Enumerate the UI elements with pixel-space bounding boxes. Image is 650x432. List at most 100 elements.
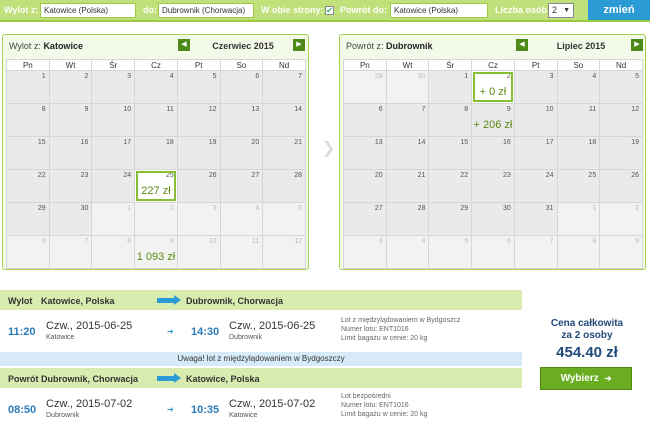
- calendar-day[interactable]: 1: [428, 70, 473, 104]
- calendar-day[interactable]: 10: [91, 103, 136, 137]
- calendar-day[interactable]: 7: [262, 70, 306, 104]
- roundtrip-checkbox[interactable]: ✔: [325, 6, 334, 15]
- calendar-day[interactable]: 26: [599, 169, 643, 203]
- calendar-day[interactable]: 29: [428, 202, 473, 236]
- calendar-day[interactable]: 18: [134, 136, 178, 170]
- calendar-day[interactable]: 19: [599, 136, 643, 170]
- return-flight-row: 08:50 Czw., 2015-07-02 Dubrownik ➔ 10:35…: [0, 390, 522, 430]
- weekday-label: Pt: [513, 59, 558, 71]
- calendar-day[interactable]: 5: [599, 70, 643, 104]
- calendar-day[interactable]: 22: [6, 169, 50, 203]
- calendar-day[interactable]: 24: [91, 169, 136, 203]
- calendar-day[interactable]: 10: [513, 103, 558, 137]
- arrow-right-icon: ➔: [167, 405, 174, 414]
- return-calendar-header: Powrót z: Dubrownik ◀ Lipiec 2015 ▶: [340, 35, 645, 57]
- calendar-day[interactable]: 28: [385, 202, 430, 236]
- calendar-day: 8: [556, 235, 601, 269]
- calendar-day[interactable]: 25: [556, 169, 601, 203]
- weekday-label: So: [556, 59, 601, 71]
- day-number: 6: [41, 238, 46, 245]
- from-input[interactable]: Katowice (Polska): [40, 3, 136, 18]
- calendar-day[interactable]: 24: [513, 169, 558, 203]
- calendar-day[interactable]: 14: [262, 103, 306, 137]
- calendar-day[interactable]: 13: [343, 136, 387, 170]
- calendar-day[interactable]: 16: [48, 136, 93, 170]
- day-number: 8: [127, 238, 132, 245]
- calendar-day[interactable]: 12: [599, 103, 643, 137]
- return-calendar-grid: Pn Wt Śr Cz Pt So Nd 29 30 1 2 + 0 zł 3 4 5 6 7 8 9 + 206 z…: [343, 59, 643, 269]
- calendar-week-row: 6 7 8 9 + 206 zł 10 11 12: [343, 103, 643, 137]
- day-number: 4: [592, 73, 597, 80]
- weekday-label: Nd: [599, 59, 643, 71]
- persons-select[interactable]: 2 ▼: [548, 3, 574, 18]
- change-search-button[interactable]: zmień: [588, 0, 650, 20]
- day-number: 3: [127, 73, 132, 80]
- prev-month-arrow-icon[interactable]: ◀: [178, 39, 190, 51]
- calendar-day[interactable]: 22: [428, 169, 473, 203]
- day-number: 18: [166, 139, 174, 146]
- calendar-day[interactable]: 30: [48, 202, 93, 236]
- calendar-day[interactable]: 6: [343, 103, 387, 137]
- calendar-day[interactable]: 12: [176, 103, 221, 137]
- calendar-day[interactable]: 19: [176, 136, 221, 170]
- calendar-day[interactable]: 3: [91, 70, 136, 104]
- calendar-day[interactable]: 17: [91, 136, 136, 170]
- return-dep-time: 08:50: [8, 404, 37, 416]
- calendar-day[interactable]: 27: [343, 202, 387, 236]
- calendar-day[interactable]: 27: [219, 169, 264, 203]
- next-month-arrow-icon[interactable]: ▶: [631, 39, 643, 51]
- calendar-day[interactable]: 9: [48, 103, 93, 137]
- day-number: 12: [294, 238, 302, 245]
- calendar-day[interactable]: 13: [219, 103, 264, 137]
- calendar-day[interactable]: 29: [6, 202, 50, 236]
- calendar-day[interactable]: 8: [6, 103, 50, 137]
- return-calendar-prefix: Powrót z:: [346, 41, 384, 51]
- return-flight-header: Powrót Dubrownik, Chorwacja Katowice, Po…: [0, 368, 522, 388]
- to-input[interactable]: Dubrownik (Chorwacja): [158, 3, 254, 18]
- calendar-day[interactable]: 23: [48, 169, 93, 203]
- calendar-day[interactable]: 31: [513, 202, 558, 236]
- calendar-day[interactable]: 30: [471, 202, 515, 236]
- calendar-day[interactable]: 3: [513, 70, 558, 104]
- return-input[interactable]: Katowice (Polska): [390, 3, 488, 18]
- calendar-day[interactable]: 11: [134, 103, 178, 137]
- calendar-day[interactable]: 11: [556, 103, 601, 137]
- day-number: 18: [588, 139, 597, 146]
- prev-month-arrow-icon[interactable]: ◀: [516, 39, 528, 51]
- calendar-day[interactable]: 21: [385, 169, 430, 203]
- calendar-day[interactable]: 4: [134, 70, 178, 104]
- to-label: do:: [143, 5, 157, 15]
- calendar-day[interactable]: 17: [513, 136, 558, 170]
- day-number: 15: [37, 139, 46, 146]
- calendar-day[interactable]: 1: [6, 70, 50, 104]
- calendar-day[interactable]: 20: [219, 136, 264, 170]
- calendar-day[interactable]: 18: [556, 136, 601, 170]
- calendar-day[interactable]: 6: [219, 70, 264, 104]
- day-number: 29: [374, 73, 383, 80]
- calendar-day[interactable]: 28: [262, 169, 306, 203]
- calendar-day[interactable]: 2 + 0 zł: [471, 70, 515, 104]
- select-button[interactable]: Wybierz ➔: [540, 367, 632, 390]
- calendar-day[interactable]: 26: [176, 169, 221, 203]
- calendar-day[interactable]: 14: [385, 136, 430, 170]
- calendar-day[interactable]: 15: [428, 136, 473, 170]
- calendar-day[interactable]: 20: [343, 169, 387, 203]
- calendar-day[interactable]: 8: [428, 103, 473, 137]
- calendar-day[interactable]: 16: [471, 136, 515, 170]
- calendar-week-row: 1 2 3 4 5 6 7: [6, 70, 306, 104]
- calendar-day[interactable]: 15: [6, 136, 50, 170]
- total-price-label-line2: za 2 osoby: [561, 330, 613, 341]
- calendar-day[interactable]: 23: [471, 169, 515, 203]
- calendar-day[interactable]: 21: [262, 136, 306, 170]
- calendar-day[interactable]: 25 227 zł: [134, 169, 178, 203]
- calendar-day[interactable]: 4: [556, 70, 601, 104]
- day-number: 5: [635, 73, 639, 80]
- calendar-day[interactable]: 7: [385, 103, 430, 137]
- next-month-arrow-icon[interactable]: ▶: [293, 39, 305, 51]
- calendar-day: 12: [262, 235, 306, 269]
- calendar-day[interactable]: 9 + 206 zł: [471, 103, 515, 137]
- return-info-number: Numer lotu: ENT1016: [341, 402, 409, 409]
- calendar-day[interactable]: 5: [176, 70, 221, 104]
- calendar-week-row: 22 23 24 25 227 zł 26 27 28: [6, 169, 306, 203]
- calendar-day[interactable]: 2: [48, 70, 93, 104]
